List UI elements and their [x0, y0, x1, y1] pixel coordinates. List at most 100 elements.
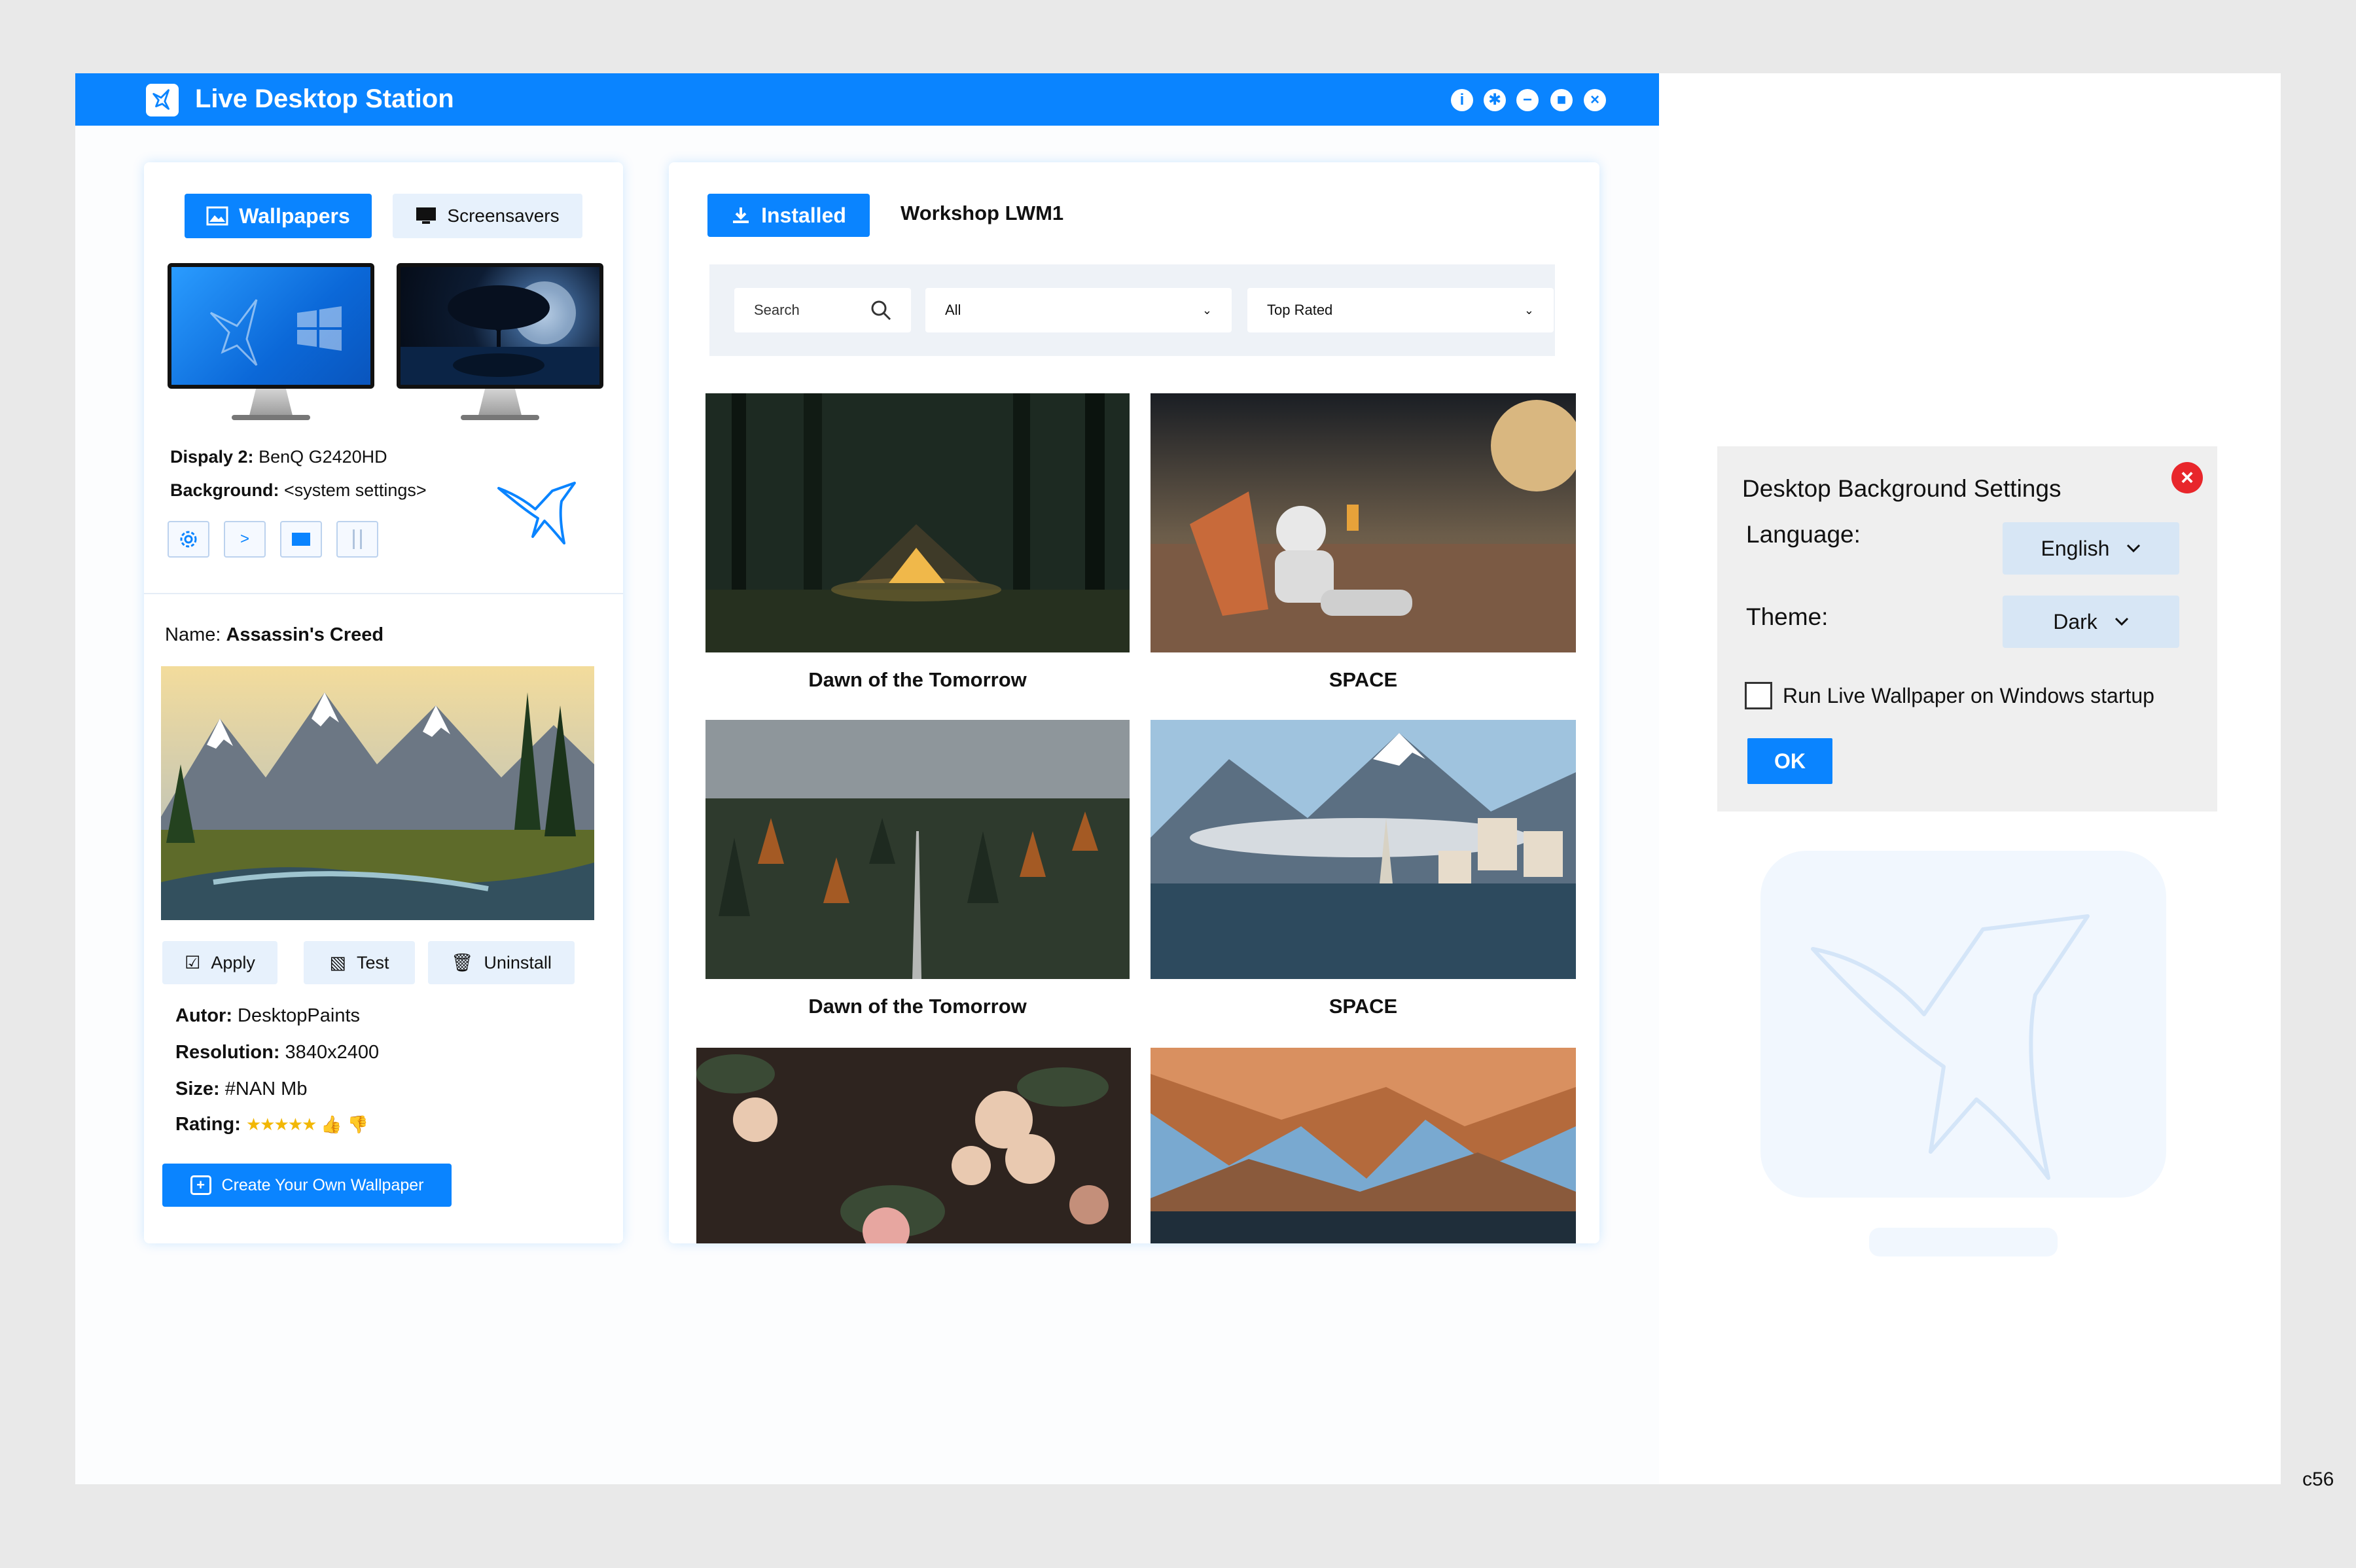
- background-label: Background:: [170, 480, 279, 500]
- wallpaper-card[interactable]: Dawn of the Tomorrow: [705, 393, 1130, 692]
- thumbs-up-icon[interactable]: 👍: [321, 1111, 342, 1137]
- tab-installed-label: Installed: [761, 203, 846, 227]
- wallpaper-preview: [161, 666, 594, 920]
- category-value: All: [945, 302, 961, 318]
- wallpaper-card[interactable]: SPACE: [1151, 720, 1576, 1018]
- minimize-icon[interactable]: −: [1516, 89, 1539, 111]
- tab-workshop[interactable]: Workshop LWM1: [901, 202, 1063, 225]
- close-icon[interactable]: ×: [1584, 89, 1606, 111]
- gear-icon[interactable]: ✱: [1484, 89, 1506, 111]
- chevron-down-icon: ⌄: [1202, 303, 1212, 317]
- uninstall-button[interactable]: 🗑 Uninstall: [428, 941, 575, 984]
- title-bar: Live Desktop Station i ✱ − ■ ×: [75, 73, 1659, 126]
- sort-select[interactable]: Top Rated ⌄: [1247, 288, 1554, 332]
- uninstall-label: Uninstall: [484, 952, 552, 972]
- wallpaper-thumbnail: [705, 393, 1130, 652]
- size-info: Size: #NAN Mb: [175, 1076, 307, 1102]
- search-icon: [871, 300, 891, 321]
- background-value: <system settings>: [279, 480, 427, 500]
- wallpaper-card[interactable]: [1151, 1048, 1576, 1243]
- app-title: Live Desktop Station: [195, 84, 454, 113]
- tab-screensavers[interactable]: Screensavers: [393, 194, 582, 238]
- monitor-1-screen: [168, 263, 374, 389]
- rating-info: Rating: ★★★★★ 👍 👎: [175, 1111, 368, 1137]
- resolution-info: Resolution: 3840x2400: [175, 1039, 379, 1065]
- apply-button[interactable]: ☑ Apply: [162, 941, 277, 984]
- large-monitor-logo-icon: [1760, 851, 2166, 1198]
- image-icon: ▧: [329, 952, 346, 972]
- display-label: Dispaly 2:: [170, 447, 254, 467]
- resolution-label: Resolution:: [175, 1042, 280, 1063]
- wallpaper-title: SPACE: [1329, 995, 1398, 1018]
- wallpaper-thumbnail: [1151, 720, 1576, 979]
- filter-bar: Search All ⌄ Top Rated ⌄: [709, 264, 1555, 356]
- tab-wallpapers-label: Wallpapers: [239, 204, 350, 228]
- rating-label: Rating:: [175, 1114, 241, 1135]
- size-value: #NAN Mb: [219, 1078, 308, 1099]
- hummingbird-logo-icon: [496, 475, 579, 554]
- wallpaper-title: Dawn of the Tomorrow: [808, 668, 1027, 691]
- wallpaper-detail-panel: Wallpapers Screensavers Dispaly 2: BenQ …: [144, 162, 623, 1243]
- startup-checkbox[interactable]: [1745, 682, 1772, 709]
- wallpaper-card[interactable]: SPACE: [1151, 393, 1576, 692]
- theme-label: Theme:: [1746, 603, 1829, 630]
- wallpaper-browser-panel: Installed Workshop LWM1 Search All ⌄ Top…: [669, 162, 1599, 1243]
- monitor-1[interactable]: [168, 263, 374, 420]
- maximize-icon[interactable]: ■: [1550, 89, 1573, 111]
- image-icon: [206, 206, 228, 226]
- stop-button[interactable]: [280, 521, 322, 558]
- wallpaper-thumbnail: [705, 720, 1130, 979]
- tab-wallpapers[interactable]: Wallpapers: [185, 194, 372, 238]
- wallpaper-card[interactable]: [696, 1048, 1131, 1243]
- play-button[interactable]: >: [224, 521, 266, 558]
- check-icon: ☑: [185, 952, 201, 972]
- test-button[interactable]: ▧ Test: [304, 941, 415, 984]
- test-label: Test: [356, 952, 389, 972]
- chevron-down-icon: [2115, 617, 2128, 626]
- chevron-down-icon: [2127, 544, 2141, 553]
- create-wallpaper-button[interactable]: + Create Your Own Wallpaper: [162, 1164, 452, 1207]
- monitor-2[interactable]: [397, 263, 603, 420]
- theme-select[interactable]: Dark: [2003, 596, 2179, 648]
- language-select[interactable]: English: [2003, 522, 2179, 575]
- resolution-value: 3840x2400: [279, 1042, 380, 1063]
- name-label: Name:: [165, 624, 226, 645]
- language-label: Language:: [1746, 521, 1861, 548]
- search-input[interactable]: Search: [734, 288, 911, 332]
- name-value: Assassin's Creed: [226, 624, 384, 645]
- rating-stars: ★★★★★: [245, 1114, 317, 1134]
- chevron-down-icon: ⌄: [1524, 303, 1534, 317]
- thumbs-down-icon[interactable]: 👎: [348, 1111, 368, 1137]
- pause-icon: [353, 529, 362, 549]
- ok-button[interactable]: OK: [1747, 738, 1832, 784]
- tab-screensavers-label: Screensavers: [447, 205, 560, 226]
- sort-value: Top Rated: [1267, 302, 1333, 318]
- author-value: DesktopPaints: [232, 1005, 361, 1026]
- tab-installed[interactable]: Installed: [707, 194, 870, 237]
- wallpaper-title: SPACE: [1329, 668, 1398, 691]
- divider: [144, 593, 623, 594]
- display-value: BenQ G2420HD: [253, 447, 387, 467]
- pause-button[interactable]: [336, 521, 378, 558]
- settings-button[interactable]: [168, 521, 209, 558]
- wallpaper-thumbnail: [1151, 393, 1576, 652]
- wallpaper-title: Dawn of the Tomorrow: [808, 995, 1027, 1018]
- trash-icon: 🗑: [451, 953, 474, 972]
- apply-label: Apply: [211, 952, 255, 972]
- background-info: Background: <system settings>: [170, 477, 427, 503]
- stop-icon: [292, 533, 310, 546]
- dialog-close-icon[interactable]: ×: [2171, 462, 2203, 493]
- author-label: Autor:: [175, 1005, 232, 1026]
- logo-stand: [1869, 1228, 2058, 1256]
- download-icon: [733, 207, 749, 223]
- app-logo-icon: [146, 84, 179, 116]
- language-value: English: [2041, 536, 2110, 560]
- wallpaper-name: Name: Assassin's Creed: [165, 622, 384, 648]
- author-info: Autor: DesktopPaints: [175, 1003, 360, 1029]
- wallpaper-card[interactable]: Dawn of the Tomorrow: [705, 720, 1130, 1018]
- category-select[interactable]: All ⌄: [925, 288, 1232, 332]
- settings-dialog: Desktop Background Settings × Language: …: [1717, 446, 2217, 811]
- dialog-title: Desktop Background Settings: [1742, 475, 2062, 502]
- monitor-2-screen: [397, 263, 603, 389]
- info-icon[interactable]: i: [1451, 89, 1473, 111]
